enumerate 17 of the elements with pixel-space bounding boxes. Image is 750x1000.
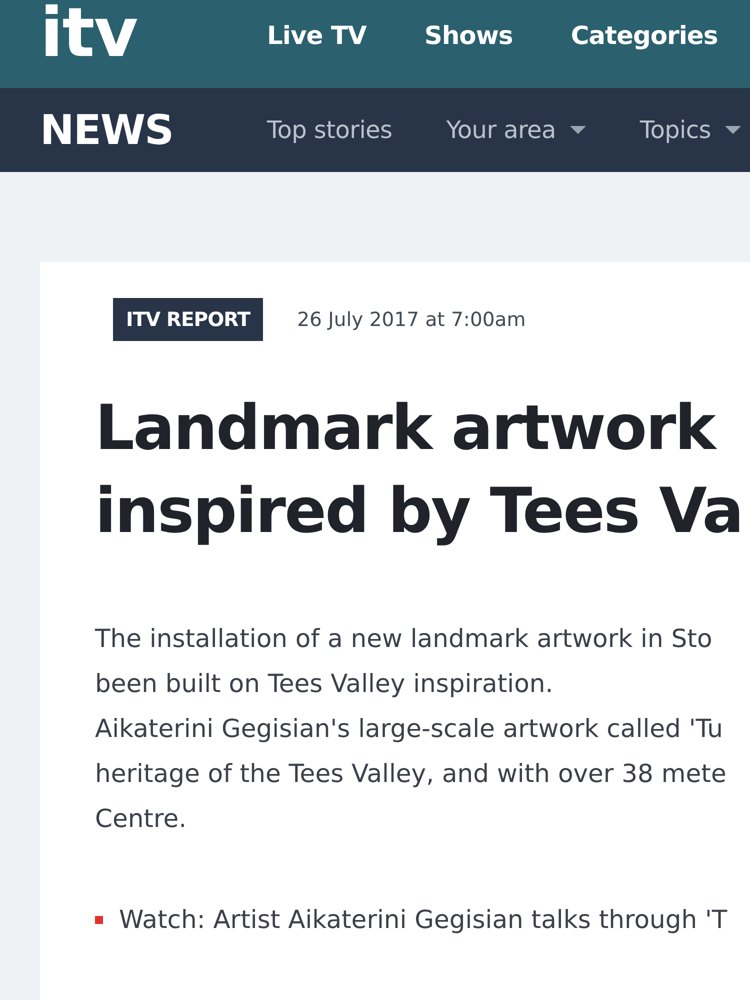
nav-link[interactable]: Live TV	[267, 20, 366, 50]
watch-link[interactable]: Watch: Artist Aikaterini Gegisian talks through 'T	[119, 905, 728, 934]
logo[interactable]: itv	[40, 0, 267, 68]
caret-icon[interactable]	[725, 126, 741, 134]
article-headline: Landmark artwork inspired by Tees Va	[95, 390, 744, 549]
article-paragraph: The installation of a new landmark artwork in Sto been built on Tees Valley inspiration.	[95, 623, 714, 700]
caret-icon[interactable]	[570, 126, 586, 134]
article-date: 26 July 2017 at 7:00am	[297, 308, 526, 331]
nav-link[interactable]: Categories	[570, 20, 718, 50]
nav-link[interactable]: Shows	[424, 20, 513, 50]
section-link[interactable]: Top stories	[267, 116, 392, 144]
bullet-icon	[95, 916, 103, 924]
report-badge: ITV REPORT	[113, 298, 264, 341]
section-link[interactable]: Topics	[640, 116, 711, 144]
news-title[interactable]: NEWS	[40, 106, 267, 154]
article-paragraph: Aikaterini Gegisian's large-scale artwork called 'Tu heritage of the Tees Valley, and with over 38 mete Centre.	[95, 713, 728, 835]
section-link[interactable]: Your area	[446, 116, 556, 144]
